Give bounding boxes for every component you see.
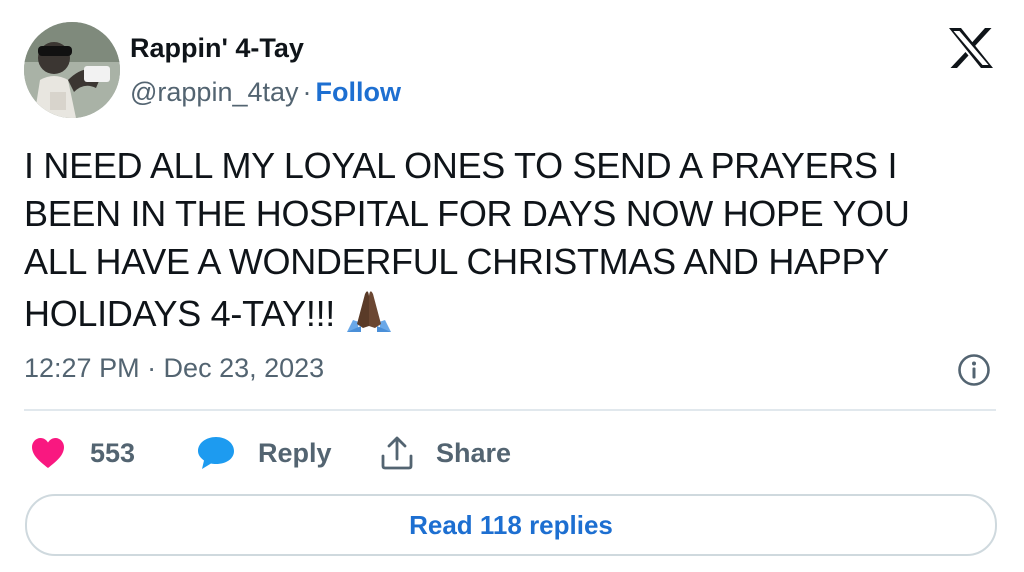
follow-link[interactable]: Follow [316, 77, 401, 107]
read-replies-label: Read 118 replies [409, 509, 613, 540]
action-bar: 553 Reply Share [0, 430, 1024, 476]
avatar-photo [24, 22, 120, 118]
info-icon[interactable] [957, 353, 991, 387]
reply-button[interactable]: Reply [196, 430, 332, 476]
avatar[interactable] [24, 22, 120, 118]
tweet-text: I NEED ALL MY LOYAL ONES TO SEND A PRAYE… [24, 142, 984, 338]
handle-row: @rappin_4tay · Follow [130, 77, 401, 108]
share-upload-icon [380, 435, 414, 471]
timestamp[interactable]: 12:27 PM · Dec 23, 2023 [24, 353, 324, 384]
tweet-line-last: HOLIDAYS 4-TAY!!! [24, 286, 984, 338]
read-replies-button[interactable]: Read 118 replies [25, 494, 997, 556]
tweet-line-text: HOLIDAYS 4-TAY!!! [24, 293, 335, 334]
like-button[interactable]: 553 [30, 430, 135, 476]
author-handle[interactable]: @rappin_4tay [130, 77, 299, 107]
tweet-embed-card: Rappin' 4-Tay @rappin_4tay · Follow I NEED… [0, 0, 1024, 572]
x-logo-icon[interactable] [948, 28, 994, 68]
reply-label: Reply [258, 437, 332, 468]
author-name[interactable]: Rappin' 4-Tay [130, 33, 304, 64]
folded-hands-emoji-icon [343, 286, 395, 334]
separator-dot: · [302, 77, 312, 107]
like-count: 553 [90, 437, 136, 468]
heart-icon [30, 437, 66, 469]
tweet-line: I NEED ALL MY LOYAL ONES TO SEND A PRAYE… [24, 145, 898, 186]
speech-bubble-icon [196, 435, 236, 471]
tweet-line: BEEN IN THE HOSPITAL FOR DAYS NOW HOPE Y… [24, 193, 910, 234]
tweet-line: ALL HAVE A WONDERFUL CHRISTMAS AND HAPPY [24, 241, 889, 282]
share-label: Share [436, 437, 512, 468]
divider [24, 409, 996, 411]
share-button[interactable]: Share [380, 430, 511, 476]
